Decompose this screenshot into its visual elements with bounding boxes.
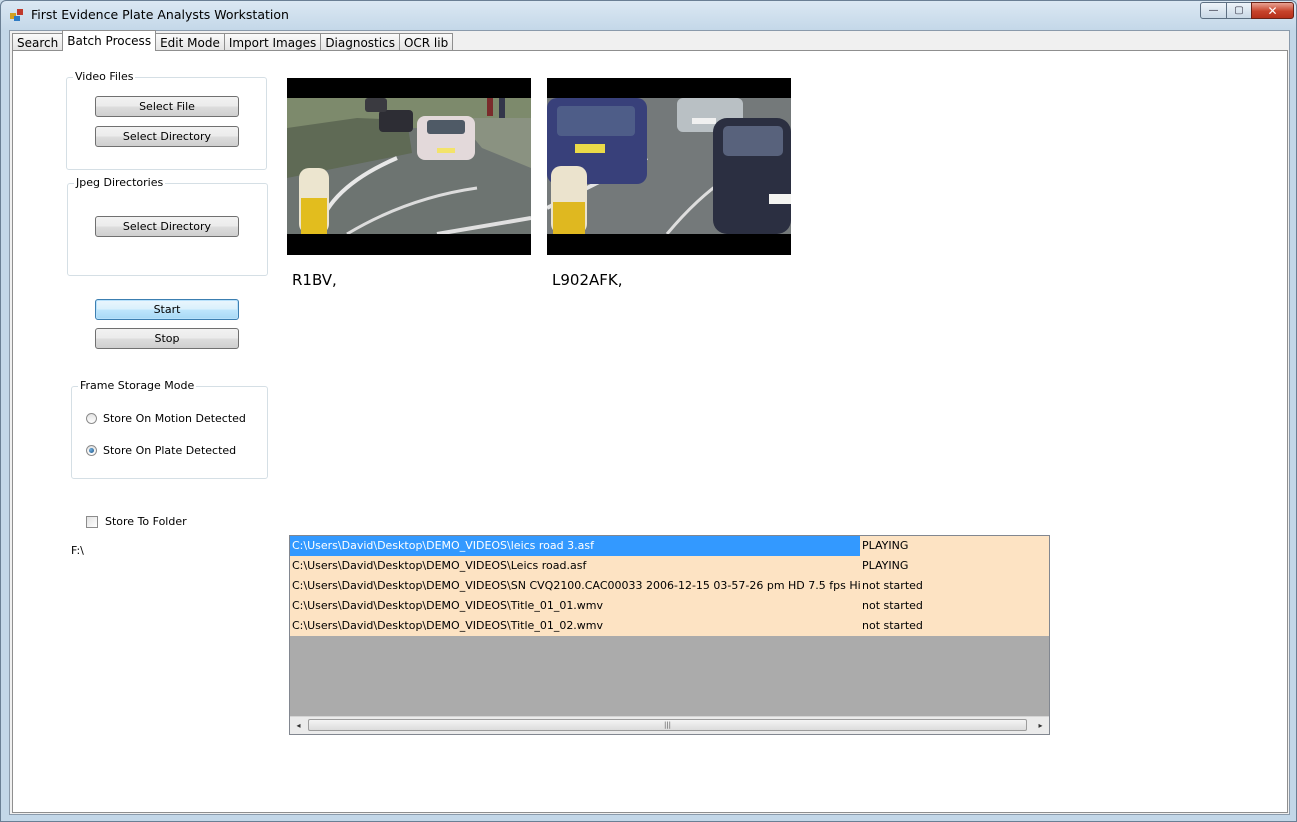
- road-scene-image-1: [287, 98, 531, 234]
- select-file-button[interactable]: Select File: [95, 96, 239, 117]
- file-list[interactable]: C:\Users\David\Desktop\DEMO_VIDEOS\leics…: [289, 535, 1050, 735]
- batch-process-page: Video Files Select File Select Directory…: [12, 50, 1288, 813]
- store-to-folder-label: Store To Folder: [105, 515, 187, 528]
- plate-result-2: L902AFK,: [552, 271, 623, 289]
- tab-ocr-lib[interactable]: OCR lib: [398, 33, 454, 51]
- app-window: First Evidence Plate Analysts Workstatio…: [0, 0, 1297, 822]
- tab-batch-process[interactable]: Batch Process: [62, 30, 157, 51]
- start-button[interactable]: Start: [95, 299, 239, 320]
- folder-path: F:\: [71, 544, 84, 557]
- file-path: C:\Users\David\Desktop\DEMO_VIDEOS\Title…: [292, 619, 604, 632]
- scroll-left-icon[interactable]: ◂: [290, 717, 307, 734]
- road-scene-image-2: [547, 98, 791, 234]
- app-icon: [10, 9, 23, 21]
- file-status: not started: [862, 599, 923, 612]
- tab-strip: Search Batch Process Edit Mode Import Im…: [12, 30, 454, 51]
- plate-result-1: R1BV,: [292, 271, 337, 289]
- minimize-button[interactable]: —: [1200, 2, 1227, 19]
- file-status: PLAYING: [862, 539, 909, 552]
- store-to-folder-checkbox[interactable]: Store To Folder: [86, 515, 187, 528]
- close-button[interactable]: ✕: [1251, 2, 1294, 19]
- store-on-motion-radio[interactable]: Store On Motion Detected: [86, 412, 246, 425]
- file-path: C:\Users\David\Desktop\DEMO_VIDEOS\leics…: [290, 536, 860, 556]
- list-item[interactable]: C:\Users\David\Desktop\DEMO_VIDEOS\leics…: [290, 536, 1049, 556]
- tab-edit-mode[interactable]: Edit Mode: [155, 33, 225, 51]
- store-on-motion-label: Store On Motion Detected: [103, 412, 246, 425]
- list-item[interactable]: C:\Users\David\Desktop\DEMO_VIDEOS\SN CV…: [290, 576, 1049, 596]
- video-files-group: Video Files: [66, 70, 267, 170]
- checkbox-indicator[interactable]: [86, 515, 98, 528]
- title-bar[interactable]: First Evidence Plate Analysts Workstatio…: [1, 1, 1296, 29]
- tab-search[interactable]: Search: [12, 33, 64, 51]
- scroll-right-icon[interactable]: ▸: [1032, 717, 1049, 734]
- file-path: C:\Users\David\Desktop\DEMO_VIDEOS\Title…: [292, 599, 604, 612]
- file-status: not started: [862, 579, 923, 592]
- store-on-plate-radio[interactable]: Store On Plate Detected: [86, 444, 236, 457]
- store-on-plate-label: Store On Plate Detected: [103, 444, 237, 457]
- horizontal-scrollbar[interactable]: ◂ ||| ▸: [290, 716, 1049, 734]
- window-title: First Evidence Plate Analysts Workstatio…: [31, 7, 289, 22]
- video-files-label: Video Files: [73, 70, 136, 84]
- file-status: PLAYING: [862, 559, 909, 572]
- tab-diagnostics[interactable]: Diagnostics: [320, 33, 400, 51]
- list-item[interactable]: C:\Users\David\Desktop\DEMO_VIDEOS\Title…: [290, 596, 1049, 616]
- stop-button[interactable]: Stop: [95, 328, 239, 349]
- file-status: not started: [862, 619, 923, 632]
- select-jpeg-directory-button[interactable]: Select Directory: [95, 216, 239, 237]
- list-item[interactable]: C:\Users\David\Desktop\DEMO_VIDEOS\Leics…: [290, 556, 1049, 576]
- plate-frame-1: [287, 78, 531, 255]
- plate-frame-2: [547, 78, 791, 255]
- jpeg-directories-label: Jpeg Directories: [74, 176, 166, 190]
- scroll-thumb[interactable]: |||: [308, 719, 1027, 731]
- frame-storage-mode-group: Frame Storage Mode: [71, 379, 268, 479]
- select-video-directory-button[interactable]: Select Directory: [95, 126, 239, 147]
- file-path: C:\Users\David\Desktop\DEMO_VIDEOS\Leics…: [292, 559, 587, 572]
- maximize-button[interactable]: ▢: [1226, 2, 1252, 19]
- radio-indicator[interactable]: [86, 413, 97, 424]
- client-area: Search Batch Process Edit Mode Import Im…: [9, 30, 1290, 815]
- list-item[interactable]: C:\Users\David\Desktop\DEMO_VIDEOS\Title…: [290, 616, 1049, 636]
- tab-import-images[interactable]: Import Images: [223, 33, 322, 51]
- file-path: C:\Users\David\Desktop\DEMO_VIDEOS\SN CV…: [292, 579, 860, 592]
- frame-storage-mode-label: Frame Storage Mode: [78, 379, 197, 393]
- radio-indicator-selected[interactable]: [86, 445, 97, 456]
